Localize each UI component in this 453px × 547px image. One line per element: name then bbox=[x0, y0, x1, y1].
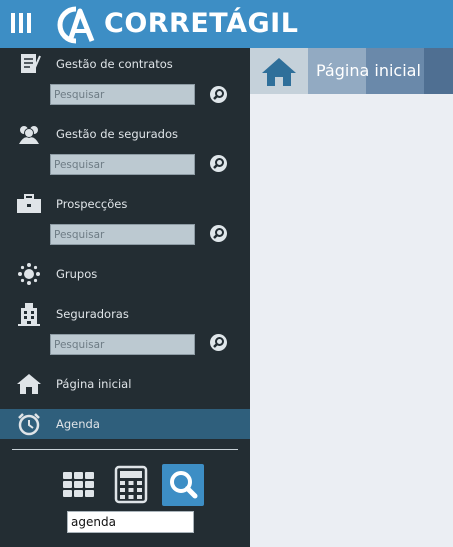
search-icon bbox=[213, 89, 224, 100]
brand-logo-icon bbox=[57, 6, 95, 44]
sidebar-item-contracts[interactable]: Gestão de contratos bbox=[0, 49, 250, 79]
insurers-search-input[interactable] bbox=[50, 334, 195, 355]
insured-people-icon bbox=[19, 126, 39, 144]
sidebar-item-label: Página inicial bbox=[56, 377, 132, 391]
alarm-clock-icon bbox=[18, 413, 40, 436]
briefcase-icon bbox=[17, 194, 41, 213]
sidebar-item-label: Agenda bbox=[56, 417, 100, 431]
prospects-search-input[interactable] bbox=[50, 224, 195, 245]
home-icon bbox=[262, 58, 296, 86]
search-icon bbox=[213, 158, 224, 169]
home-icon bbox=[17, 374, 41, 394]
groups-icon bbox=[18, 263, 40, 285]
calculator-button[interactable] bbox=[110, 464, 152, 506]
insurers-search-button[interactable] bbox=[210, 334, 227, 351]
sidebar-item-label: Seguradoras bbox=[56, 307, 129, 321]
sidebar: Gestão de contratos Gestão de segurados … bbox=[0, 48, 250, 547]
menu-icon[interactable] bbox=[11, 13, 33, 33]
sidebar-item-prospects[interactable]: Prospecções bbox=[0, 189, 250, 219]
search-icon bbox=[213, 228, 224, 239]
search-icon bbox=[170, 471, 198, 499]
insured-search-button[interactable] bbox=[210, 155, 227, 172]
home-tab-button[interactable] bbox=[250, 48, 308, 94]
sidebar-divider bbox=[12, 449, 238, 450]
sidebar-item-insurers[interactable]: Seguradoras bbox=[0, 299, 250, 329]
brand-name: CORRETÁGIL bbox=[104, 8, 299, 39]
insured-search-input[interactable] bbox=[50, 154, 195, 175]
contracts-search-button[interactable] bbox=[210, 86, 227, 103]
building-icon bbox=[18, 303, 40, 326]
top-bar: CORRETÁGIL bbox=[0, 0, 453, 48]
sidebar-item-agenda[interactable]: Agenda bbox=[0, 409, 250, 439]
apps-grid-button[interactable] bbox=[58, 464, 100, 506]
sidebar-item-groups[interactable]: Grupos bbox=[0, 259, 250, 289]
search-icon bbox=[213, 337, 224, 348]
prospects-search-button[interactable] bbox=[210, 225, 227, 242]
tool-search-field[interactable] bbox=[67, 511, 194, 533]
contracts-icon bbox=[21, 54, 41, 73]
sidebar-item-label: Prospecções bbox=[56, 197, 128, 211]
sidebar-item-label: Grupos bbox=[56, 267, 98, 281]
contracts-search-input[interactable] bbox=[50, 84, 195, 105]
sidebar-item-home[interactable]: Página inicial bbox=[0, 369, 250, 399]
main-content bbox=[250, 94, 453, 547]
sidebar-item-insured[interactable]: Gestão de segurados bbox=[0, 119, 250, 149]
page-title-bar: Página inicial bbox=[308, 48, 453, 94]
apps-grid-icon bbox=[63, 472, 94, 497]
search-tool-button[interactable] bbox=[162, 464, 204, 506]
sidebar-item-label: Gestão de contratos bbox=[56, 57, 173, 71]
page-tab-bar: Página inicial bbox=[250, 48, 453, 94]
page-title: Página inicial bbox=[316, 61, 421, 80]
calculator-icon bbox=[114, 465, 148, 504]
sidebar-item-label: Gestão de segurados bbox=[56, 127, 179, 141]
